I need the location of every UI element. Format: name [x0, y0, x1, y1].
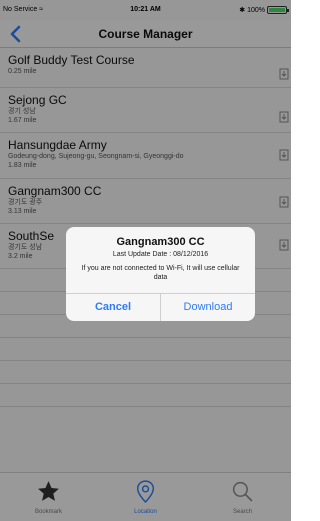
app-screen: No Service ≈ 10:21 AM ✱ 100% Course Mana…	[0, 0, 291, 521]
cancel-button[interactable]: Cancel	[66, 294, 161, 321]
alert-buttons: Cancel Download	[66, 293, 255, 321]
alert-title: Gangnam300 CC	[116, 236, 205, 248]
alert-message: If you are not connected to Wi-Fi, It wi…	[81, 265, 240, 281]
download-button[interactable]: Download	[161, 294, 255, 321]
alert-update-date: Last Update Date : 08/12/2016	[112, 251, 209, 258]
download-alert-dialog: Gangnam300 CC Last Update Date : 08/12/2…	[66, 227, 255, 321]
